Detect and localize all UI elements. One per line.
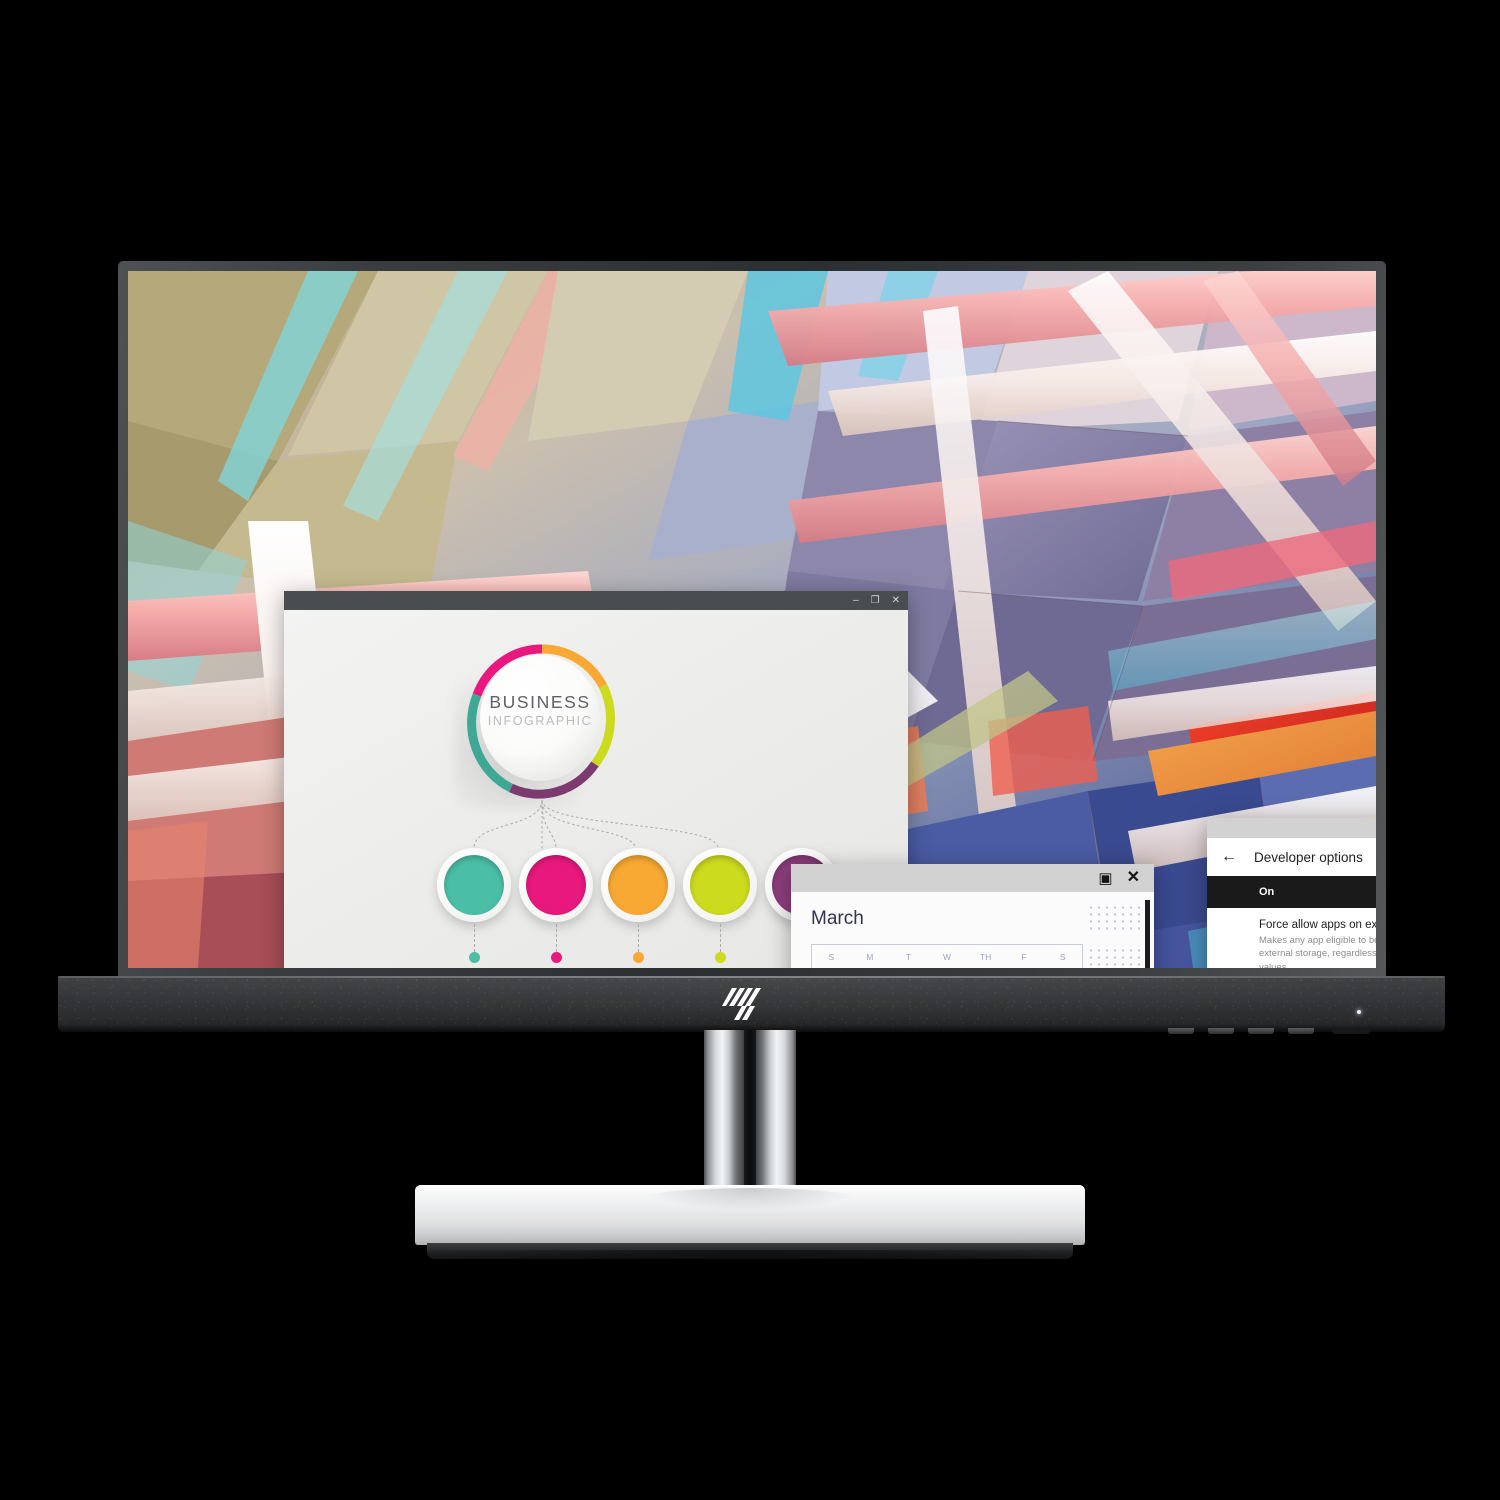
node-stem <box>474 924 475 952</box>
developer-options-window[interactable]: ▣ ✕ ← Developer options On Force allow a… <box>1207 818 1376 968</box>
node-circle[interactable] <box>519 848 593 922</box>
developer-options-master-toggle-row[interactable]: On <box>1207 876 1376 908</box>
node-dot <box>551 952 562 963</box>
developer-options-list[interactable]: Force allow apps on external Makes any ap… <box>1207 908 1376 968</box>
node-dot <box>469 952 480 963</box>
node-circle-fill <box>690 855 750 915</box>
calendar-scrollbar-thumb[interactable] <box>1145 900 1150 968</box>
developer-option-title: Force allow apps on external <box>1259 919 1376 931</box>
node-dot <box>715 952 726 963</box>
calendar-day-header: F <box>1021 952 1027 962</box>
hp-logo-icon <box>722 986 774 1022</box>
product-photo-stage: – ❐ ✕ BUSINESS INFOGRAPHIC ▣ ✕ March S M… <box>0 0 1500 1500</box>
power-button[interactable] <box>1332 1028 1370 1034</box>
calendar-month-label: March <box>811 908 864 929</box>
calendar-grid[interactable]: SMTWTHFS 2728293031123456789101112131415… <box>811 944 1083 968</box>
node-stem <box>720 924 721 952</box>
node-stem <box>556 924 557 952</box>
node-circle-fill <box>526 855 586 915</box>
calendar-main: March SMTWTHFS 2728293031123456789101112… <box>791 892 1083 968</box>
calendar-window-titlebar[interactable]: ▣ ✕ <box>791 864 1154 892</box>
node-circle[interactable] <box>601 848 675 922</box>
node-circle[interactable] <box>683 848 757 922</box>
calendar-side-decoration <box>1083 892 1154 968</box>
developer-option-row[interactable]: Force allow apps on external Makes any ap… <box>1207 908 1376 968</box>
calendar-day-header: T <box>905 952 912 962</box>
calendar-body: March SMTWTHFS 2728293031123456789101112… <box>791 892 1154 968</box>
developer-options-appbar: ← Developer options <box>1207 838 1376 876</box>
infographic-title: BUSINESS <box>489 692 591 712</box>
osd-button-4[interactable] <box>1288 1028 1314 1034</box>
hp-monitor: – ❐ ✕ BUSINESS INFOGRAPHIC ▣ ✕ March S M… <box>0 0 1500 1500</box>
master-toggle-label: On <box>1259 886 1275 898</box>
calendar-window[interactable]: ▣ ✕ March SMTWTHFS 272829303112345678910… <box>791 864 1154 968</box>
chin-highlight <box>58 976 1445 978</box>
osd-button-3[interactable] <box>1248 1028 1274 1034</box>
center-ring: BUSINESS INFOGRAPHIC <box>466 642 618 800</box>
calendar-day-header: TH <box>979 952 992 962</box>
calendar-day-headers: S M T W TH F S <box>811 944 1083 968</box>
calendar-day-header: W <box>942 952 951 962</box>
dot-block <box>1087 947 1149 968</box>
infographic-window-titlebar[interactable]: – ❐ ✕ <box>284 591 908 610</box>
base-hub <box>640 1188 860 1210</box>
infographic-subtitle: INFOGRAPHIC <box>487 714 593 728</box>
osd-button-1[interactable] <box>1168 1028 1194 1034</box>
node-circle-fill <box>608 855 668 915</box>
developer-options-titlebar[interactable]: ▣ ✕ <box>1207 818 1376 838</box>
developer-options-title: Developer options <box>1254 849 1363 865</box>
calendar-day-header: M <box>866 952 874 962</box>
node-circle-fill <box>444 855 504 915</box>
node-dot <box>633 952 644 963</box>
stand-neck-groove <box>744 1030 756 1205</box>
restore-icon[interactable]: ▣ <box>1098 871 1112 886</box>
dot-block <box>1087 904 1149 934</box>
osd-button-2[interactable] <box>1208 1028 1234 1034</box>
developer-options-body: ← Developer options On Force allow apps … <box>1207 838 1376 968</box>
close-icon[interactable]: ✕ <box>1127 870 1140 886</box>
base-shadow <box>395 1250 1105 1276</box>
close-icon[interactable]: ✕ <box>892 595 900 606</box>
back-arrow-icon[interactable]: ← <box>1221 849 1237 865</box>
node-circle[interactable] <box>437 848 511 922</box>
calendar-day-header: S <box>1059 952 1066 962</box>
maximize-icon[interactable]: ❐ <box>871 595 880 606</box>
developer-option-description: Makes any app eligible to be written to … <box>1259 935 1376 968</box>
node-stem <box>638 924 639 952</box>
minimize-icon[interactable]: – <box>853 595 859 606</box>
monitor-screen: – ❐ ✕ BUSINESS INFOGRAPHIC ▣ ✕ March S M… <box>128 271 1376 968</box>
power-led-icon <box>1357 1010 1361 1014</box>
calendar-day-header: S <box>828 952 835 962</box>
